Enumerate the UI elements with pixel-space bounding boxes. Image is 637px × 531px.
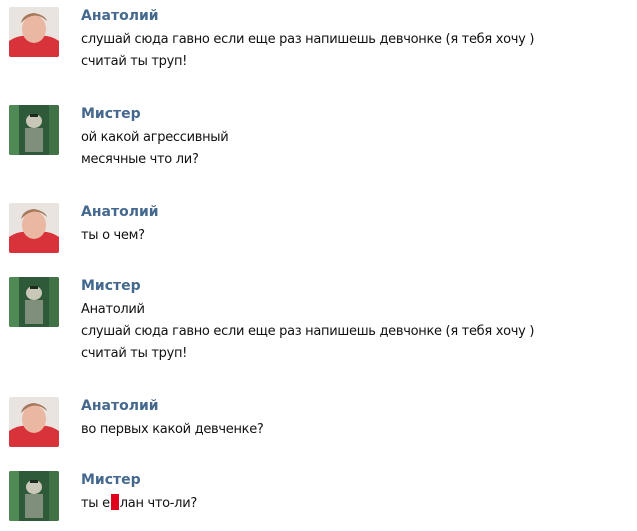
message-text: ты о чем? xyxy=(81,225,145,247)
message-text: Анатолий слушай сюда гавно если еще раз … xyxy=(81,299,534,365)
avatar-photo-green xyxy=(9,471,59,521)
author-name[interactable]: Анатолий xyxy=(81,7,159,25)
avatar-photo-green xyxy=(9,105,59,155)
message-text: ой какой агрессивный месячные что ли? xyxy=(81,127,229,171)
message-text: ты е лан что-ли? xyxy=(81,493,197,515)
message-line: ой какой агрессивный xyxy=(81,130,229,145)
avatar[interactable] xyxy=(9,397,59,447)
author-name[interactable]: Мистер xyxy=(81,105,141,123)
avatar[interactable] xyxy=(9,471,59,521)
avatar[interactable] xyxy=(9,277,59,327)
avatar-photo-red xyxy=(9,397,59,447)
message-line: во первых какой девченке? xyxy=(81,422,264,437)
author-name[interactable]: Анатолий xyxy=(81,203,159,221)
message-line: Анатолий xyxy=(81,302,145,317)
redaction-mark xyxy=(110,494,119,510)
avatar[interactable] xyxy=(9,105,59,155)
message-line: считай ты труп! xyxy=(81,346,188,361)
message-line: считай ты труп! xyxy=(81,54,188,69)
author-name[interactable]: Мистер xyxy=(81,471,141,489)
message-text-after: лан что-ли? xyxy=(119,496,197,511)
message-text: слушай сюда гавно если еще раз напишешь … xyxy=(81,29,534,73)
author-name[interactable]: Анатолий xyxy=(81,397,159,415)
avatar[interactable] xyxy=(9,203,59,253)
avatar-photo-green xyxy=(9,277,59,327)
message-line: слушай сюда гавно если еще раз напишешь … xyxy=(81,324,535,339)
avatar[interactable] xyxy=(9,7,59,57)
avatar-photo-red xyxy=(9,7,59,57)
message-text: во первых какой девченке? xyxy=(81,419,264,441)
message-line: ты е лан что-ли? xyxy=(81,493,197,515)
message-line: слушай сюда гавно если еще раз напишешь … xyxy=(81,32,535,47)
author-name[interactable]: Мистер xyxy=(81,277,141,295)
avatar-photo-red xyxy=(9,203,59,253)
message-line: месячные что ли? xyxy=(81,152,199,167)
message-line: ты о чем? xyxy=(81,228,145,243)
message-text-before: ты е xyxy=(81,496,110,511)
